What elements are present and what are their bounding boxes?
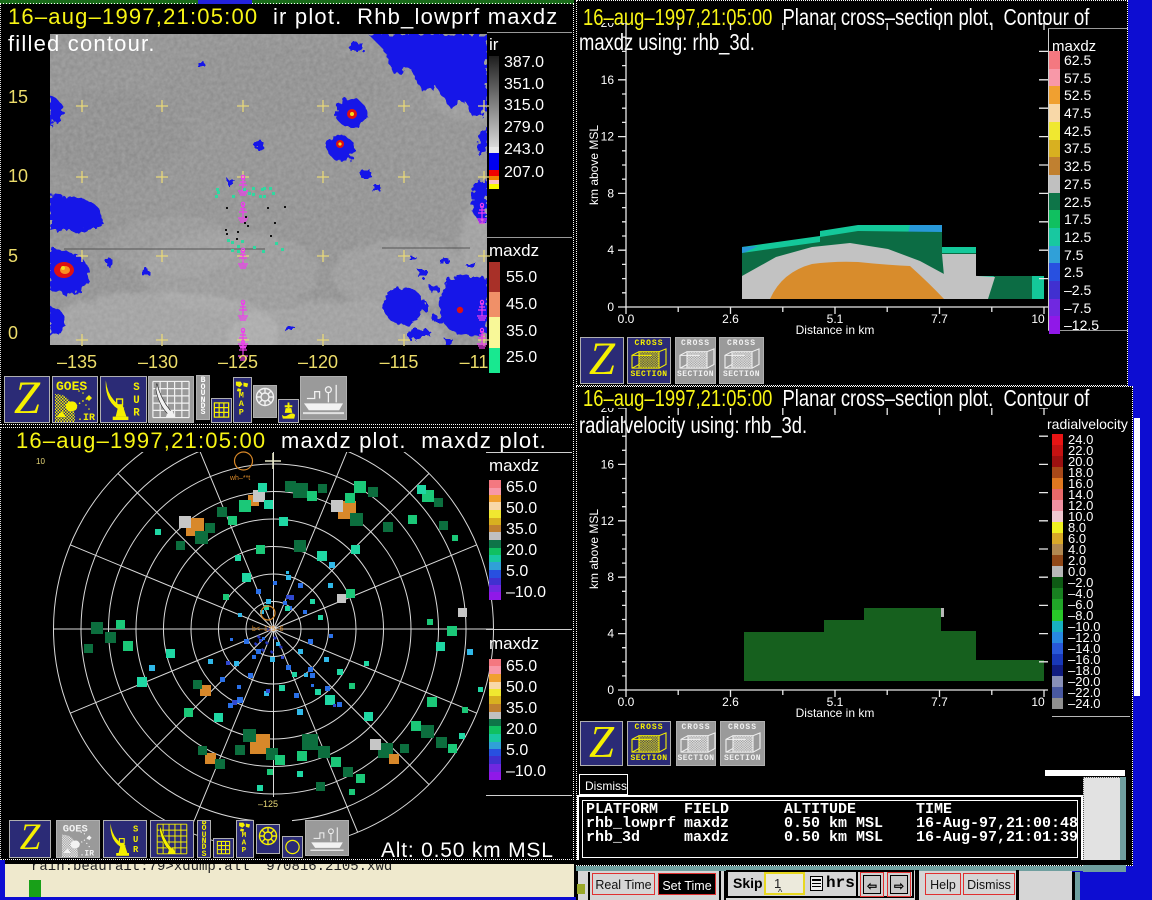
svg-text:0: 0	[607, 300, 614, 314]
svg-text:P: P	[239, 408, 244, 418]
svg-text:GOES: GOES	[56, 379, 87, 394]
svg-text:7.7: 7.7	[931, 312, 948, 326]
svg-text:U: U	[133, 395, 139, 407]
svg-text:R: R	[133, 408, 140, 420]
svg-text:km above MSL: km above MSL	[587, 509, 601, 589]
svg-text:S: S	[133, 824, 138, 834]
svg-text:–125: –125	[258, 799, 278, 809]
svg-text:12: 12	[601, 514, 615, 528]
svg-text:16: 16	[601, 73, 615, 87]
svg-text:.IR: .IR	[80, 849, 95, 857]
svg-text:20: 20	[601, 408, 615, 415]
svg-text:0: 0	[607, 683, 614, 697]
svg-text:20: 20	[601, 23, 615, 30]
svg-text:8: 8	[607, 186, 614, 200]
svg-text:0.0: 0.0	[618, 312, 635, 326]
svg-text:0.0: 0.0	[618, 695, 635, 709]
svg-text:S: S	[133, 382, 140, 394]
svg-text:km above MSL: km above MSL	[587, 125, 601, 205]
svg-text:Distance in km: Distance in km	[796, 323, 875, 337]
svg-text:4: 4	[607, 243, 614, 257]
svg-text:10: 10	[1031, 312, 1045, 326]
svg-text:P: P	[242, 847, 247, 855]
svg-text:7.7: 7.7	[931, 695, 948, 709]
svg-text:10: 10	[36, 457, 45, 466]
svg-text:Distance in km: Distance in km	[796, 706, 875, 720]
svg-text:10: 10	[1031, 695, 1045, 709]
svg-text:16: 16	[601, 457, 615, 471]
svg-text:.IR: .IR	[77, 413, 95, 422]
svg-text:R: R	[133, 845, 139, 855]
svg-text:2.6: 2.6	[722, 312, 739, 326]
svg-text:8: 8	[607, 570, 614, 584]
svg-text:12: 12	[601, 130, 615, 144]
svg-text:b<–125–6: b<–125–6	[252, 626, 283, 633]
svg-text:4: 4	[607, 627, 614, 641]
svg-text:2.6: 2.6	[722, 695, 739, 709]
svg-text:U: U	[133, 835, 138, 845]
svg-text:wh–**t: wh–**t	[229, 475, 250, 482]
